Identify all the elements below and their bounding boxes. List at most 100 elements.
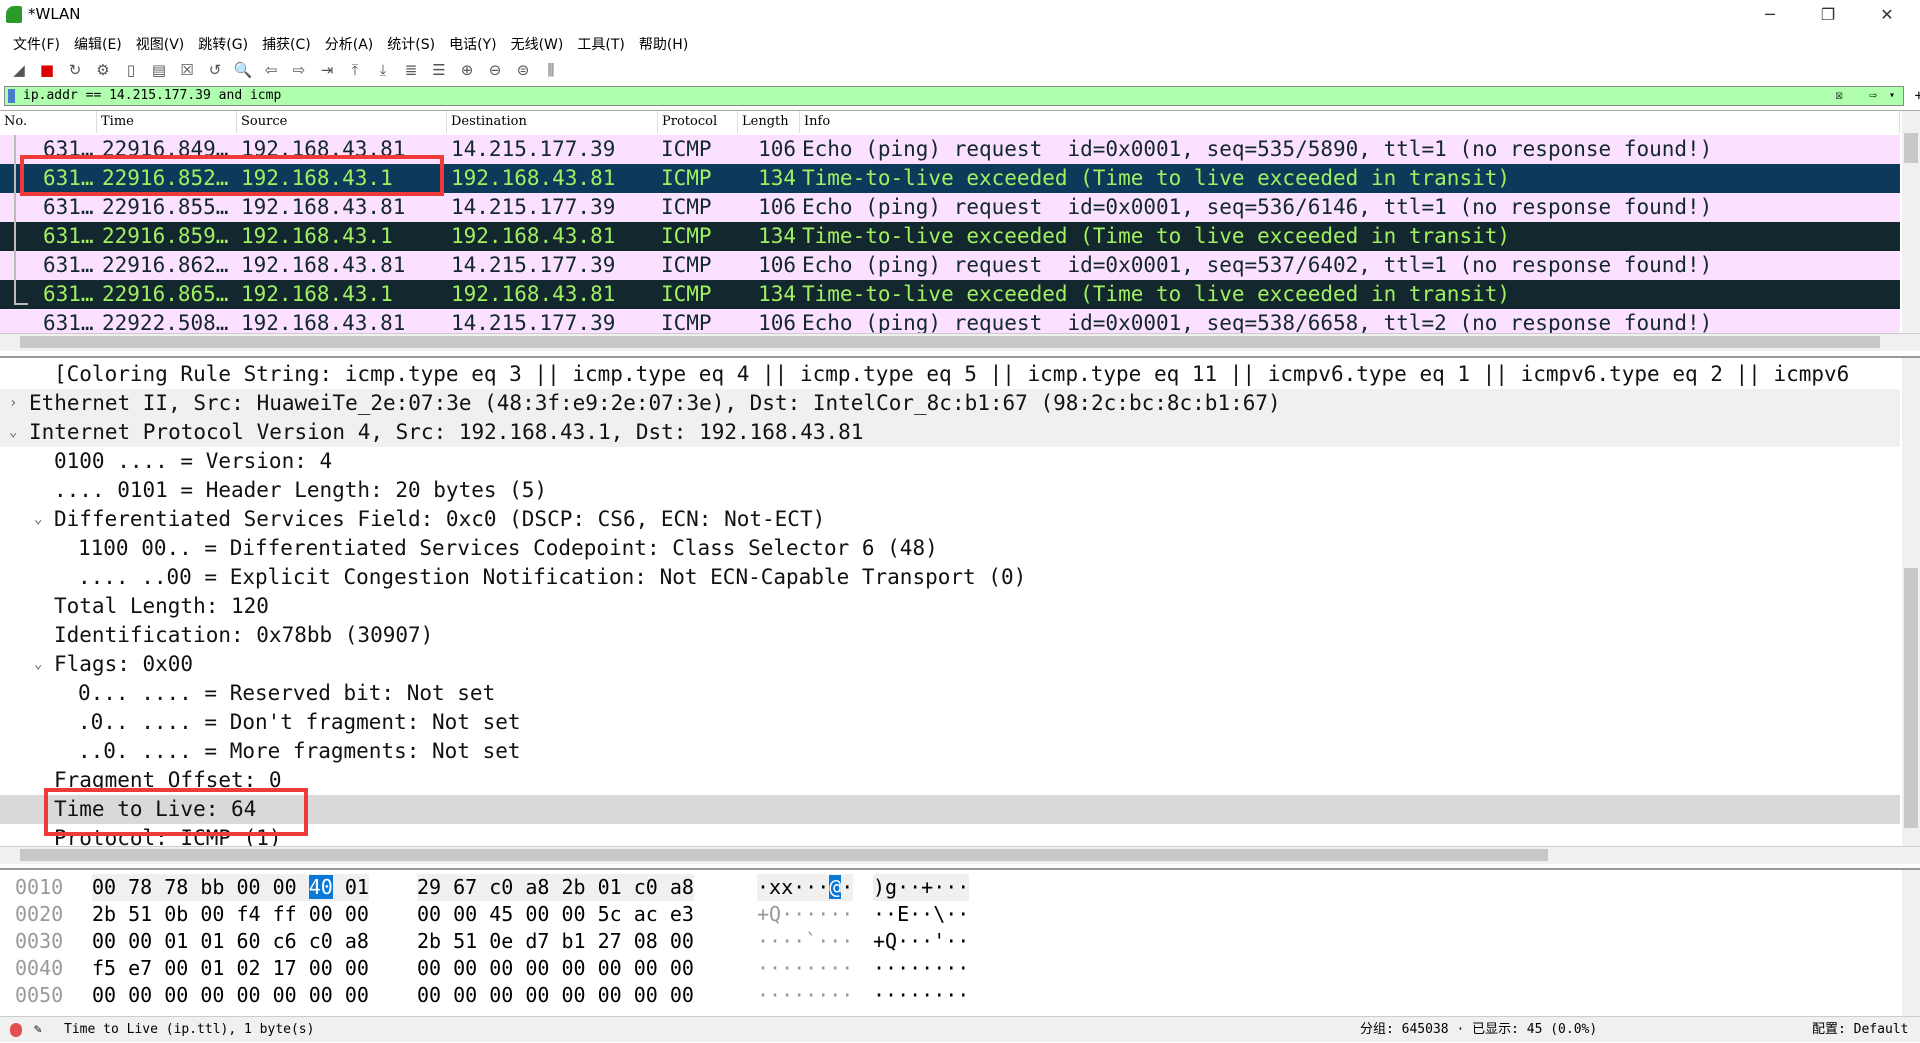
- bookmark-icon[interactable]: [8, 89, 15, 103]
- menu-item-0[interactable]: 文件(F): [6, 31, 67, 55]
- hex-bytes-group1[interactable]: f5 e7 00 01 02 17 00 00: [92, 955, 369, 982]
- hex-bytes-group2[interactable]: 00 00 45 00 00 5c ac e3: [417, 901, 694, 928]
- column-header-protocol[interactable]: Protocol: [658, 111, 738, 133]
- detail-line[interactable]: 1100 00.. = Differentiated Services Code…: [0, 534, 1900, 563]
- autoscroll-icon[interactable]: ≣: [400, 59, 422, 81]
- hex-bytes-group1[interactable]: 00 78 78 bb 00 00 40 01: [92, 874, 369, 901]
- hex-vertical-scrollbar[interactable]: [1902, 870, 1920, 1016]
- maximize-button[interactable]: ❐: [1803, 2, 1853, 28]
- menu-item-1[interactable]: 编辑(E): [67, 31, 129, 55]
- close-file-icon[interactable]: ☒: [176, 59, 198, 81]
- ascii-group2[interactable]: ········: [873, 955, 969, 982]
- collapse-arrow-icon[interactable]: ⌄: [34, 650, 42, 679]
- first-packet-icon[interactable]: ⤒: [344, 59, 366, 81]
- menu-item-5[interactable]: 分析(A): [318, 31, 381, 55]
- restart-icon[interactable]: ↻: [64, 59, 86, 81]
- zoom-out-icon[interactable]: ⊖: [484, 59, 506, 81]
- ascii-selected-char[interactable]: @: [829, 875, 842, 899]
- find-icon[interactable]: 🔍: [232, 59, 254, 81]
- detail-line[interactable]: ..0. .... = More fragments: Not set: [0, 737, 1900, 766]
- reload-icon[interactable]: ↺: [204, 59, 226, 81]
- hex-bytes-group1[interactable]: 2b 51 0b 00 f4 ff 00 00: [92, 901, 369, 928]
- options-gear-icon[interactable]: ⚙: [92, 59, 114, 81]
- ascii-group2[interactable]: )g··+···: [873, 874, 970, 901]
- menu-item-3[interactable]: 跳转(G): [191, 31, 255, 55]
- add-filter-button-icon[interactable]: +: [1915, 87, 1920, 105]
- hex-bytes-group2[interactable]: 2b 51 0e d7 b1 27 08 00: [417, 928, 694, 955]
- detail-line[interactable]: Identification: 0x78bb (30907): [0, 621, 1900, 650]
- ascii-group1[interactable]: ····`···: [757, 928, 853, 955]
- packet-row[interactable]: 631… 22916.865… 192.168.43.1 192.168.43.81 I…: [0, 280, 1900, 309]
- detail-line[interactable]: ⌄ Internet Protocol Version 4, Src: 192.1…: [0, 418, 1900, 447]
- hex-selected-byte[interactable]: 40: [308, 875, 333, 899]
- hex-bytes-group2[interactable]: 29 67 c0 a8 2b 01 c0 a8: [417, 874, 694, 901]
- detail-line[interactable]: 0100 .... = Version: 4: [0, 447, 1900, 476]
- detail-line[interactable]: › Ethernet II, Src: HuaweiTe_2e:07:3e (48…: [0, 389, 1900, 418]
- collapse-arrow-icon[interactable]: ⌄: [9, 418, 17, 447]
- back-icon[interactable]: ⇦: [260, 59, 282, 81]
- menu-item-6[interactable]: 统计(S): [380, 31, 442, 55]
- hex-bytes-group1[interactable]: 00 00 01 01 60 c6 c0 a8: [92, 928, 369, 955]
- close-button[interactable]: ✕: [1862, 2, 1912, 28]
- ascii-group2[interactable]: ········: [873, 982, 969, 1009]
- ascii-group2[interactable]: ··E··\··: [873, 901, 969, 928]
- packet-row[interactable]: 631… 22916.859… 192.168.43.1 192.168.43.81 I…: [0, 222, 1900, 251]
- ascii-group2[interactable]: +Q···'··: [873, 928, 969, 955]
- ascii-group1[interactable]: +Q······: [757, 901, 853, 928]
- shark-fin-icon[interactable]: ◢: [8, 59, 30, 81]
- detail-line[interactable]: .0.. .... = Don't fragment: Not set: [0, 708, 1900, 737]
- menu-item-9[interactable]: 工具(T): [570, 31, 631, 55]
- ascii-group1[interactable]: ·xx···@·: [757, 874, 854, 901]
- stop-icon[interactable]: ■: [36, 59, 58, 81]
- menu-item-2[interactable]: 视图(V): [129, 31, 192, 55]
- ascii-group1[interactable]: ········: [757, 955, 853, 982]
- column-header-info[interactable]: Info: [800, 111, 1900, 133]
- filter-text[interactable]: ip.addr == 14.215.177.39 and icmp: [23, 88, 281, 103]
- menu-item-4[interactable]: 捕获(C): [255, 31, 318, 55]
- column-header-source[interactable]: Source: [237, 111, 447, 133]
- expand-arrow-icon[interactable]: ›: [9, 389, 17, 418]
- menu-item-10[interactable]: 帮助(H): [632, 31, 695, 55]
- menu-item-7[interactable]: 电话(Y): [442, 31, 503, 55]
- column-header-destination[interactable]: Destination: [447, 111, 658, 133]
- packet-row[interactable]: 631… 22916.862… 192.168.43.81 14.215.177.39…: [0, 251, 1900, 280]
- detail-line[interactable]: .... ..00 = Explicit Congestion Notifica…: [0, 563, 1900, 592]
- zoom-in-icon[interactable]: ⊕: [456, 59, 478, 81]
- details-scroll-thumb[interactable]: [1904, 568, 1918, 828]
- column-header-no[interactable]: No.: [0, 111, 97, 133]
- details-hscroll-thumb[interactable]: [20, 849, 1548, 861]
- detail-line[interactable]: Total Length: 120: [0, 592, 1900, 621]
- column-header-time[interactable]: Time: [97, 111, 237, 133]
- hex-bytes-group2[interactable]: 00 00 00 00 00 00 00 00: [417, 982, 694, 1009]
- hex-bytes-group1[interactable]: 00 00 00 00 00 00 00 00: [92, 982, 369, 1009]
- column-header-length[interactable]: Length: [738, 111, 800, 133]
- display-filter-input[interactable]: ip.addr == 14.215.177.39 and icmp ☒ ⇨ ▾ …: [4, 86, 1920, 106]
- menu-item-8[interactable]: 无线(W): [504, 31, 571, 55]
- clear-filter-icon[interactable]: ☒: [1835, 87, 1843, 105]
- normal-size-icon[interactable]: ⊜: [512, 59, 534, 81]
- open-icon[interactable]: ▯: [120, 59, 142, 81]
- comment-icon[interactable]: ✎: [34, 1017, 42, 1043]
- packet-list-hscroll-thumb[interactable]: [20, 336, 1880, 348]
- detail-line[interactable]: .... 0101 = Header Length: 20 bytes (5): [0, 476, 1900, 505]
- packet-list-scroll-thumb[interactable]: [1904, 133, 1918, 163]
- detail-line[interactable]: [Coloring Rule String: icmp.type eq 3 ||…: [0, 360, 1900, 389]
- collapse-arrow-icon[interactable]: ⌄: [34, 505, 42, 534]
- minimize-button[interactable]: ─: [1745, 2, 1795, 28]
- apply-filter-icon[interactable]: ⇨: [1869, 87, 1877, 105]
- forward-icon[interactable]: ⇨: [288, 59, 310, 81]
- colorize-icon[interactable]: ☰: [428, 59, 450, 81]
- status-profile[interactable]: 配置: Default: [1812, 1017, 1908, 1043]
- go-to-packet-icon[interactable]: ⇥: [316, 59, 338, 81]
- last-packet-icon[interactable]: ⤓: [372, 59, 394, 81]
- detail-line[interactable]: ⌄ Differentiated Services Field: 0xc0 (DS…: [0, 505, 1900, 534]
- expert-info-icon[interactable]: [10, 1023, 22, 1037]
- hex-bytes-group2[interactable]: 00 00 00 00 00 00 00 00: [417, 955, 694, 982]
- ascii-group1[interactable]: ········: [757, 982, 853, 1009]
- file-icon[interactable]: ▤: [148, 59, 170, 81]
- resize-columns-icon[interactable]: ⫼: [540, 59, 562, 81]
- detail-line[interactable]: ⌄ Flags: 0x00: [0, 650, 1900, 679]
- filter-dropdown-icon[interactable]: ▾: [1889, 87, 1895, 105]
- packet-row[interactable]: 631… 22916.855… 192.168.43.81 14.215.177.39…: [0, 193, 1900, 222]
- detail-line[interactable]: 0... .... = Reserved bit: Not set: [0, 679, 1900, 708]
